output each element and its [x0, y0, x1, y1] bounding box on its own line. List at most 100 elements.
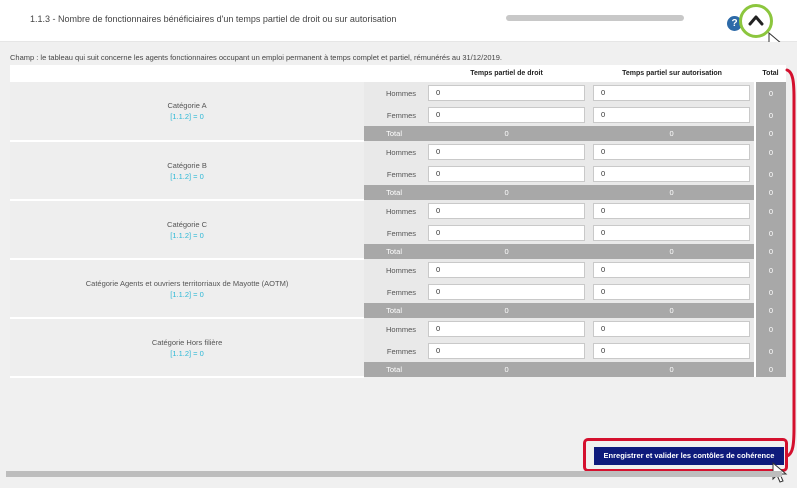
category-name: Catégorie C	[167, 219, 208, 229]
femmes-droit-input[interactable]: 0	[428, 284, 586, 300]
table-row: Catégorie A [1.1.2] = 0 Hommes 0 0 0	[10, 82, 786, 142]
column-sum-cell: 0	[589, 126, 756, 141]
category-name: Catégorie Agents et ouvriers territorria…	[85, 278, 289, 288]
femmes-droit-input[interactable]: 0	[428, 343, 586, 359]
hommes-autorisation-input[interactable]: 0	[593, 321, 751, 337]
column-sum-cell: 0	[424, 303, 590, 318]
femmes-autorisation-input[interactable]: 0	[593, 284, 751, 300]
row-label-total: Total	[364, 303, 425, 318]
femmes-autorisation-input[interactable]: 0	[593, 107, 751, 123]
grand-total-cell: 0	[754, 126, 786, 141]
column-sum-cell: 0	[589, 303, 756, 318]
page: 1.1.3 - Nombre de fonctionnaires bénéfic…	[0, 0, 797, 488]
row-label-femmes: Femmes	[364, 104, 425, 126]
row-label-hommes: Hommes	[364, 141, 425, 163]
table-row: Catégorie B [1.1.2] = 0 Hommes 0 0 0	[10, 141, 786, 201]
row-label-total: Total	[364, 244, 425, 259]
femmes-autorisation-input[interactable]: 0	[593, 343, 751, 359]
row-label-hommes: Hommes	[364, 200, 425, 222]
row-label-hommes: Hommes	[364, 259, 425, 281]
hommes-droit-input[interactable]: 0	[428, 321, 586, 337]
form-content: Champ : le tableau qui suit concerne les…	[0, 42, 797, 488]
hommes-droit-input[interactable]: 0	[428, 262, 586, 278]
input-cell: 0	[589, 82, 756, 104]
row-label-femmes: Femmes	[364, 163, 425, 185]
grand-total-cell: 0	[754, 244, 786, 259]
hommes-autorisation-input[interactable]: 0	[593, 85, 751, 101]
row-total-hommes: 0	[754, 141, 786, 163]
annotation-bracket	[785, 68, 796, 458]
hommes-droit-input[interactable]: 0	[428, 203, 586, 219]
input-cell: 0	[424, 318, 590, 340]
row-total-hommes: 0	[754, 259, 786, 281]
column-sum-cell: 0	[424, 244, 590, 259]
input-cell: 0	[424, 340, 590, 362]
femmes-autorisation-input[interactable]: 0	[593, 166, 751, 182]
column-sum-cell: 0	[424, 362, 590, 377]
row-total-hommes: 0	[754, 318, 786, 340]
input-cell: 0	[424, 163, 590, 185]
grand-total-cell: 0	[754, 185, 786, 200]
header-temps-partiel-droit: Temps partiel de droit	[424, 65, 590, 82]
row-label-femmes: Femmes	[364, 281, 425, 303]
row-label-femmes: Femmes	[364, 340, 425, 362]
table-row: Catégorie Agents et ouvriers territorria…	[10, 259, 786, 319]
chevron-up-icon	[748, 15, 764, 26]
column-sum-cell: 0	[589, 244, 756, 259]
data-table: Temps partiel de droit Temps partiel sur…	[10, 65, 786, 378]
hommes-droit-input[interactable]: 0	[428, 144, 586, 160]
champ-description: Champ : le tableau qui suit concerne les…	[10, 53, 502, 62]
header-empty	[10, 65, 365, 82]
section-title: 1.1.3 - Nombre de fonctionnaires bénéfic…	[30, 14, 397, 24]
row-label-total: Total	[364, 185, 425, 200]
input-cell: 0	[589, 200, 756, 222]
row-total-femmes: 0	[754, 163, 786, 185]
section-header: 1.1.3 - Nombre de fonctionnaires bénéfic…	[0, 0, 797, 53]
input-cell: 0	[424, 259, 590, 281]
row-total-femmes: 0	[754, 340, 786, 362]
input-cell: 0	[589, 104, 756, 126]
input-cell: 0	[589, 340, 756, 362]
input-cell: 0	[424, 141, 590, 163]
category-cell: Catégorie Agents et ouvriers territorria…	[10, 259, 365, 319]
femmes-droit-input[interactable]: 0	[428, 107, 586, 123]
save-validate-button[interactable]: Enregistrer et valider les contôles de c…	[594, 447, 784, 465]
row-total-hommes: 0	[754, 200, 786, 222]
femmes-droit-input[interactable]: 0	[428, 166, 586, 182]
category-cell: Catégorie C [1.1.2] = 0	[10, 200, 365, 260]
column-sum-cell: 0	[589, 185, 756, 200]
row-label-hommes: Hommes	[364, 318, 425, 340]
row-total-hommes: 0	[754, 82, 786, 104]
table-header-row: Temps partiel de droit Temps partiel sur…	[10, 65, 786, 82]
category-name: Catégorie Hors filière	[151, 337, 223, 347]
input-cell: 0	[589, 281, 756, 303]
category-name: Catégorie B	[167, 160, 207, 170]
input-cell: 0	[424, 104, 590, 126]
hommes-autorisation-input[interactable]: 0	[593, 144, 751, 160]
input-cell: 0	[589, 163, 756, 185]
progress-bar	[506, 15, 684, 21]
grand-total-cell: 0	[754, 303, 786, 318]
hommes-autorisation-input[interactable]: 0	[593, 262, 751, 278]
input-cell: 0	[589, 318, 756, 340]
input-cell: 0	[589, 222, 756, 244]
hommes-droit-input[interactable]: 0	[428, 85, 586, 101]
category-reference: [1.1.2] = 0	[170, 230, 204, 240]
row-label-femmes: Femmes	[364, 222, 425, 244]
row-total-femmes: 0	[754, 222, 786, 244]
header-total: Total	[755, 65, 786, 82]
table-row: Catégorie C [1.1.2] = 0 Hommes 0 0 0	[10, 200, 786, 260]
input-cell: 0	[424, 281, 590, 303]
hommes-autorisation-input[interactable]: 0	[593, 203, 751, 219]
column-sum-cell: 0	[424, 185, 590, 200]
row-total-femmes: 0	[754, 104, 786, 126]
category-reference: [1.1.2] = 0	[170, 112, 204, 121]
header-empty	[364, 65, 425, 82]
femmes-droit-input[interactable]: 0	[428, 225, 586, 241]
horizontal-scrollbar[interactable]	[6, 471, 782, 477]
input-cell: 0	[589, 141, 756, 163]
category-cell: Catégorie Hors filière [1.1.2] = 0	[10, 318, 365, 378]
row-label-hommes: Hommes	[364, 82, 425, 104]
femmes-autorisation-input[interactable]: 0	[593, 225, 751, 241]
row-total-femmes: 0	[754, 281, 786, 303]
